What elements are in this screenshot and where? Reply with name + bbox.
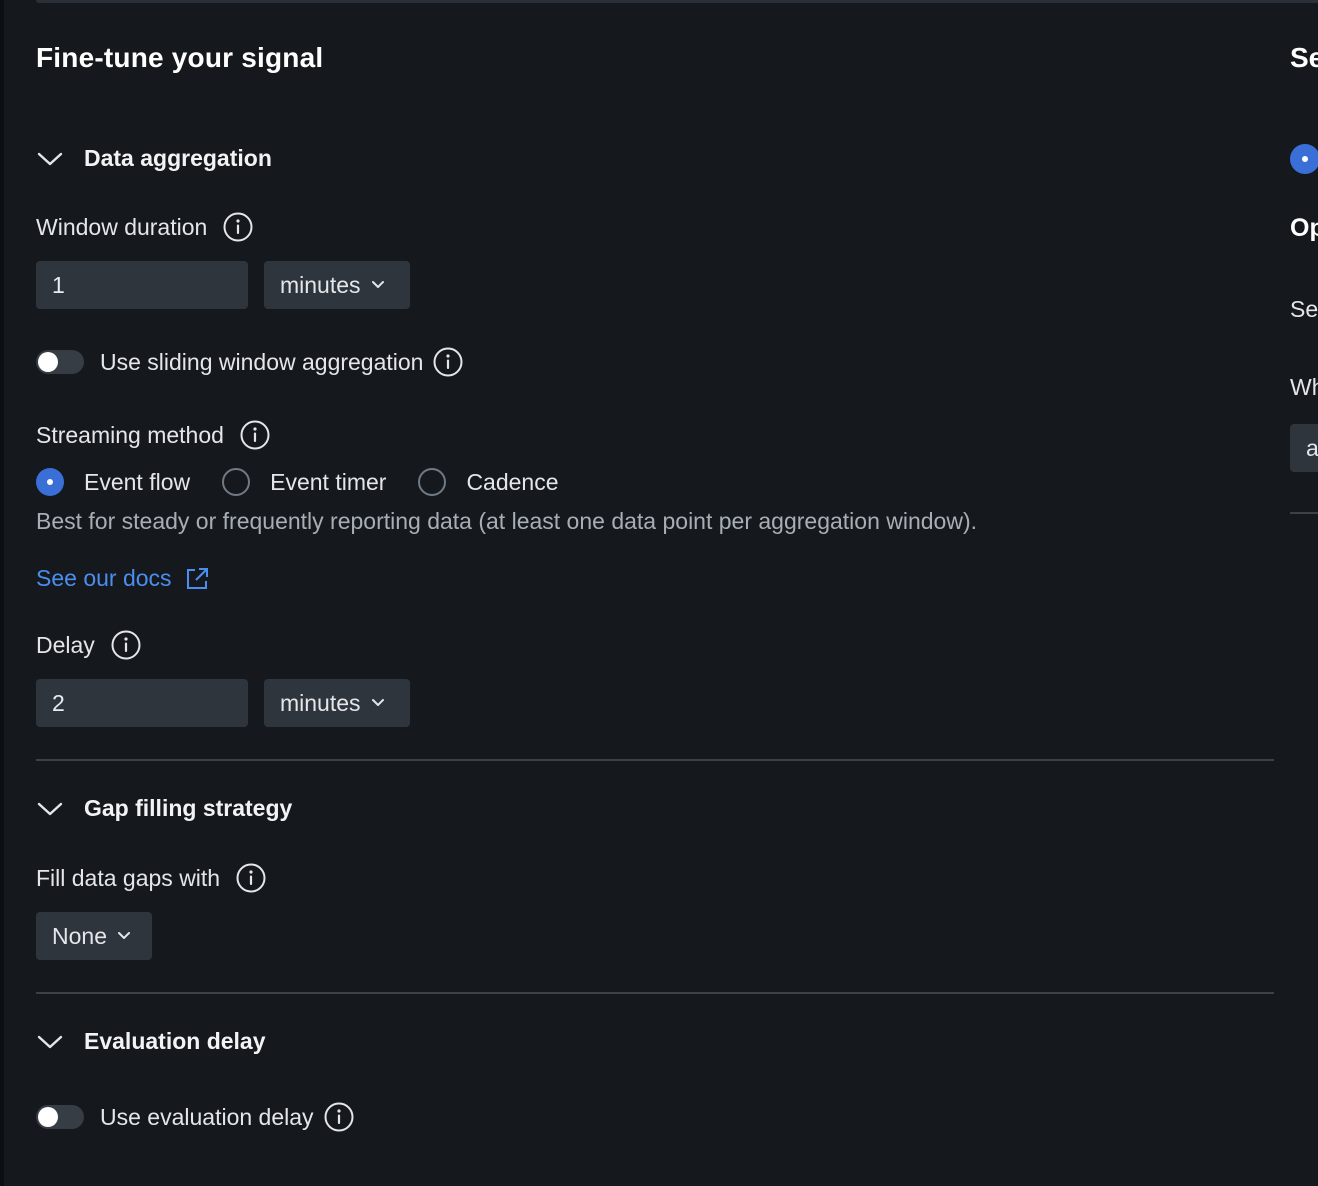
sliding-window-row: Use sliding window aggregation	[36, 347, 463, 377]
section-divider	[36, 759, 1274, 761]
info-icon[interactable]	[223, 212, 253, 242]
evaluation-delay-label: Use evaluation delay	[100, 1103, 314, 1130]
docs-link-label: See our docs	[36, 565, 172, 591]
streaming-method-hint: Best for steady or frequently reporting …	[36, 508, 978, 534]
radio-event-timer[interactable]: Event timer	[222, 468, 386, 496]
fill-gaps-select[interactable]: None	[36, 912, 152, 960]
select-value: None	[52, 922, 107, 949]
chevron-down-icon	[117, 931, 131, 941]
right-panel-subheading: Op	[1290, 214, 1318, 242]
radio-dot	[222, 468, 251, 496]
external-link-icon	[184, 566, 210, 592]
right-panel-text: Se	[1290, 296, 1318, 322]
chevron-down-icon	[36, 799, 66, 819]
chevron-down-icon	[36, 149, 66, 169]
right-panel-text: Wh	[1290, 374, 1318, 400]
radio-label: Event timer	[270, 468, 387, 495]
streaming-method-label-row: Streaming method	[36, 420, 270, 450]
section-heading: Evaluation delay	[84, 1028, 266, 1054]
right-panel-input[interactable]: a	[1290, 424, 1318, 472]
left-panel-edge	[0, 0, 4, 1186]
right-panel-radio[interactable]	[1290, 144, 1318, 176]
right-panel-input-value: a	[1306, 434, 1318, 461]
section-heading: Data aggregation	[84, 145, 272, 171]
radio-event-flow[interactable]: Event flow	[36, 468, 190, 496]
streaming-method-label: Streaming method	[36, 421, 224, 448]
chevron-down-icon	[371, 698, 385, 708]
evaluation-delay-row: Use evaluation delay	[36, 1102, 354, 1132]
delay-input[interactable]: 2	[36, 679, 248, 727]
radio-label: Cadence	[466, 468, 559, 495]
fill-gaps-label: Fill data gaps with	[36, 864, 221, 891]
docs-link[interactable]: See our docs	[36, 565, 210, 592]
radio-label: Event flow	[84, 468, 191, 495]
top-border-bar	[36, 0, 1318, 3]
evaluation-delay-toggle[interactable]	[36, 1105, 84, 1129]
info-icon[interactable]	[240, 420, 270, 450]
info-icon[interactable]	[236, 863, 266, 893]
chevron-down-icon	[371, 280, 385, 290]
right-panel-heading: Se	[1290, 42, 1318, 73]
select-value: minutes	[280, 271, 361, 298]
window-duration-unit-select[interactable]: minutes	[264, 261, 410, 309]
delay-label: Delay	[36, 631, 95, 658]
toggle-knob	[38, 1107, 58, 1127]
radio-dot	[36, 468, 64, 496]
info-icon[interactable]	[111, 630, 141, 660]
sliding-window-toggle[interactable]	[36, 350, 84, 374]
section-toggle-gap-filling[interactable]: Gap filling strategy	[36, 795, 292, 822]
section-heading: Gap filling strategy	[84, 795, 293, 821]
delay-label-row: Delay	[36, 630, 141, 660]
section-divider	[36, 992, 1274, 994]
info-icon[interactable]	[433, 347, 463, 377]
window-duration-input[interactable]: 1	[36, 261, 248, 309]
section-toggle-data-aggregation[interactable]: Data aggregation	[36, 145, 272, 172]
section-toggle-evaluation-delay[interactable]: Evaluation delay	[36, 1028, 266, 1055]
streaming-method-radio-group: Event flow Event timer Cadence	[36, 468, 591, 496]
info-icon[interactable]	[324, 1102, 354, 1132]
toggle-knob	[38, 352, 58, 372]
fill-gaps-label-row: Fill data gaps with	[36, 863, 266, 893]
sliding-window-label: Use sliding window aggregation	[100, 348, 424, 375]
right-panel-divider	[1290, 512, 1318, 514]
window-duration-label: Window duration	[36, 213, 208, 240]
radio-dot	[418, 468, 447, 496]
panel-title: Fine-tune your signal	[36, 42, 324, 73]
chevron-down-icon	[36, 1032, 66, 1052]
window-duration-label-row: Window duration	[36, 212, 253, 242]
radio-cadence[interactable]: Cadence	[418, 468, 559, 496]
select-value: minutes	[280, 689, 361, 716]
delay-unit-select[interactable]: minutes	[264, 679, 410, 727]
